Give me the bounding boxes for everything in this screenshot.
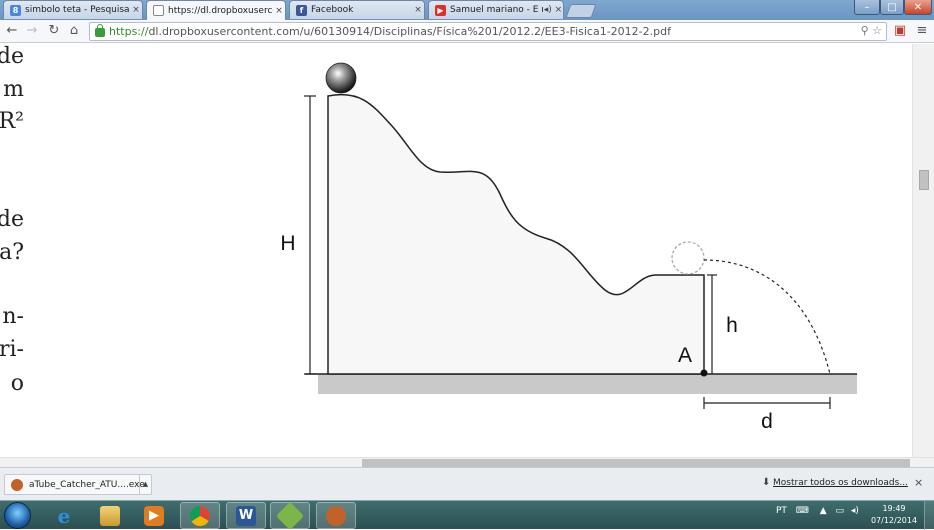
- tray-expand-icon[interactable]: ▲: [820, 506, 827, 516]
- minimize-button[interactable]: –: [854, 0, 880, 15]
- clock-date: 07/12/2014: [870, 516, 918, 525]
- ramp-track: [327, 93, 705, 375]
- close-tab-icon[interactable]: ×: [273, 6, 285, 16]
- label-A: A: [678, 344, 692, 367]
- network-icon[interactable]: ▭: [835, 506, 844, 516]
- extension-icon[interactable]: ▣: [892, 23, 908, 39]
- atube-catcher-icon: [11, 478, 23, 491]
- taskbar-internet-explorer[interactable]: e: [44, 502, 84, 529]
- taskbar-chrome[interactable]: [180, 502, 220, 529]
- tab-dropbox-pdf[interactable]: https://dl.dropboxusercon ×: [146, 0, 286, 20]
- forward-icon[interactable]: →: [24, 23, 40, 39]
- ground-slab: [318, 374, 857, 394]
- volume-icon[interactable]: ◂): [851, 506, 859, 516]
- point-A-marker: [700, 369, 708, 377]
- ball-icon: [325, 62, 357, 94]
- page-icon: [153, 5, 164, 16]
- horizontal-scroll-thumb[interactable]: [362, 459, 910, 467]
- pdf-viewport[interactable]: de m R² de a? n- ri- o H h A d: [0, 44, 912, 457]
- internet-explorer-icon: e: [57, 503, 71, 528]
- audio-and-close-icon[interactable]: ◂) ×: [543, 5, 563, 15]
- label-d: d: [761, 410, 773, 433]
- download-item[interactable]: aTube_Catcher_ATU....exe ▲: [4, 474, 152, 495]
- tab-label: simbolo teta - Pesquisa Go: [25, 5, 130, 15]
- download-arrow-icon: ⬇: [762, 477, 771, 488]
- download-bar: aTube_Catcher_ATU....exe ▲ ⬇ Mostrar tod…: [0, 467, 934, 500]
- browser-toolbar: ← → ↻ ⌂ https:// dl.dropboxusercontent.c…: [0, 20, 934, 43]
- facebook-icon: f: [296, 4, 307, 16]
- clock-time: 19:49: [882, 504, 906, 513]
- youtube-icon: ▶: [435, 4, 446, 16]
- download-filename: aTube_Catcher_ATU....exe: [29, 479, 145, 490]
- zoom-and-bookmark-icons[interactable]: ⚲ ☆: [861, 24, 882, 37]
- windows-taskbar: e ▶ W PT ⌨ ▲ ▭ ◂) 19:49 07/12/2014: [0, 500, 934, 530]
- tab-google-search[interactable]: 8 simbolo teta - Pesquisa Go ×: [3, 0, 143, 19]
- address-bar[interactable]: https:// dl.dropboxusercontent.com/u/601…: [89, 22, 887, 41]
- url-scheme: https://: [109, 25, 149, 38]
- language-indicator[interactable]: PT: [776, 506, 787, 516]
- taskbar-media-player[interactable]: ▶: [134, 502, 174, 529]
- taskbar-file-explorer[interactable]: [90, 502, 130, 529]
- reload-icon[interactable]: ↻: [46, 23, 62, 39]
- taskbar-app[interactable]: [270, 501, 310, 530]
- physics-figure: H h A d: [280, 62, 857, 433]
- taskbar-atube-catcher[interactable]: [316, 502, 356, 529]
- vertical-scrollbar[interactable]: [912, 44, 934, 457]
- browser-title-bar: 8 simbolo teta - Pesquisa Go × https://d…: [0, 0, 934, 20]
- atube-catcher-icon: [326, 505, 346, 526]
- close-tab-icon[interactable]: ×: [130, 5, 142, 15]
- app-icon: [275, 501, 305, 530]
- tab-youtube[interactable]: ▶ Samuel mariano - É m ◂) ×: [428, 0, 564, 19]
- vertical-scroll-thumb[interactable]: [919, 170, 929, 190]
- tab-facebook[interactable]: f Facebook ×: [289, 0, 425, 19]
- url-path: dl.dropboxusercontent.com/u/60130914/Dis…: [148, 25, 671, 38]
- close-download-bar-icon[interactable]: ×: [914, 476, 923, 489]
- media-player-icon: ▶: [144, 505, 164, 526]
- taskbar-word[interactable]: W: [226, 502, 266, 529]
- show-all-downloads-link[interactable]: Mostrar todos os downloads...: [773, 478, 908, 488]
- tab-label: https://dl.dropboxusercon: [168, 5, 273, 16]
- lock-icon: [95, 24, 105, 37]
- trajectory-curve: [703, 259, 831, 375]
- chevron-down-icon[interactable]: ▲: [139, 475, 151, 494]
- ball-launch-outline: [671, 241, 705, 275]
- word-icon: W: [236, 505, 256, 526]
- show-desktop-button[interactable]: [924, 501, 934, 530]
- tab-label: Facebook: [311, 5, 354, 15]
- clock[interactable]: 19:49 07/12/2014: [868, 503, 920, 527]
- chrome-icon: [190, 505, 210, 526]
- home-icon[interactable]: ⌂: [66, 23, 82, 39]
- menu-icon[interactable]: ≡: [914, 23, 930, 39]
- horizontal-scrollbar[interactable]: [0, 457, 934, 467]
- tab-label: Samuel mariano - É m: [450, 5, 543, 15]
- google-icon: 8: [10, 4, 21, 16]
- label-H: H: [280, 232, 295, 255]
- close-window-button[interactable]: ✕: [904, 0, 932, 15]
- close-tab-icon[interactable]: ×: [412, 5, 424, 15]
- maximize-button[interactable]: □: [880, 0, 904, 15]
- back-icon[interactable]: ←: [4, 23, 20, 39]
- keyboard-icon: ⌨: [795, 506, 809, 516]
- system-tray[interactable]: PT ⌨ ▲ ▭ ◂): [776, 506, 859, 516]
- file-explorer-icon: [100, 505, 120, 526]
- label-h: h: [726, 314, 738, 337]
- start-button[interactable]: [4, 502, 31, 529]
- new-tab-button[interactable]: [565, 4, 597, 18]
